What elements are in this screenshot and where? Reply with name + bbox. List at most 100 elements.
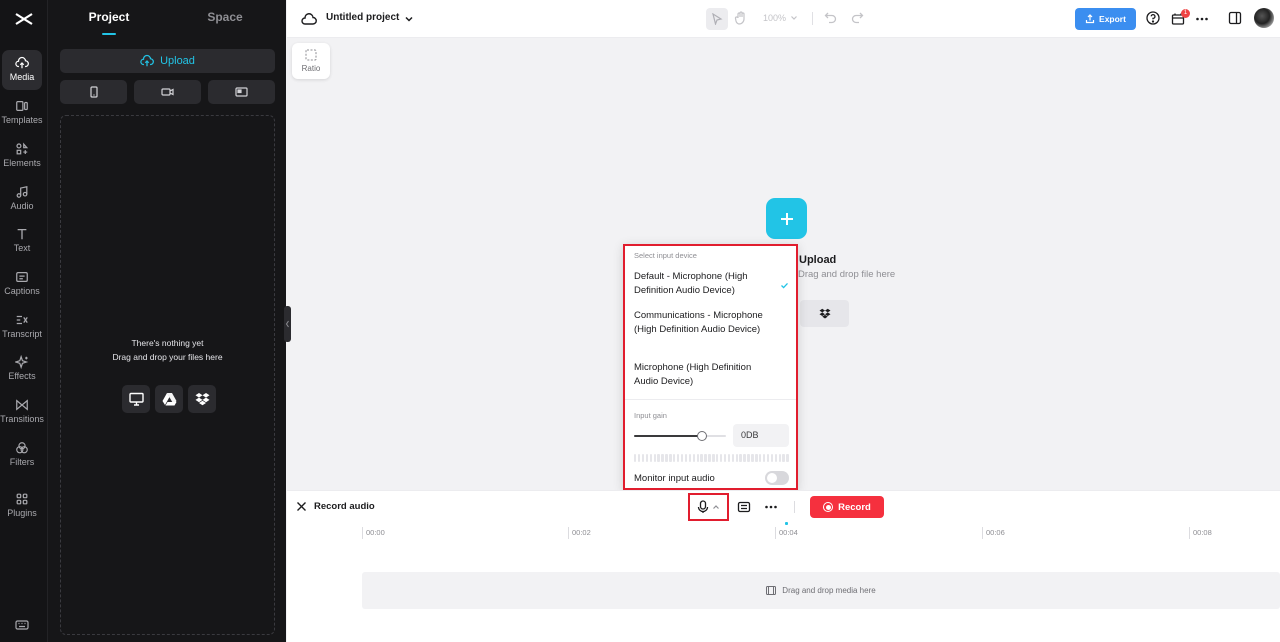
upload-button[interactable]: Upload — [60, 49, 275, 73]
help-icon[interactable] — [1146, 11, 1160, 25]
playhead[interactable] — [785, 522, 788, 525]
dropbox-icon — [195, 393, 209, 406]
rail-item-transitions[interactable]: Transitions — [0, 392, 44, 432]
meter-segment — [657, 454, 660, 462]
meter-segment — [727, 454, 731, 462]
monitor-input-toggle[interactable] — [765, 471, 789, 485]
elements-icon — [16, 142, 29, 155]
meter-segment — [669, 454, 672, 462]
layout-panel-icon[interactable] — [1228, 11, 1242, 25]
device-option-communications[interactable]: Communications - Microphone (High Defini… — [634, 309, 774, 336]
phone-upload-button[interactable] — [60, 80, 127, 104]
rail-item-transcript[interactable]: Transcript — [2, 307, 42, 347]
device-option-default[interactable]: Default - Microphone (High Definition Au… — [634, 270, 774, 297]
more-icon[interactable] — [1195, 12, 1209, 26]
meter-segment — [684, 454, 688, 462]
export-button-label: Export — [1099, 14, 1126, 24]
meter-segment — [712, 454, 715, 462]
timeline-tick: 00:08 — [1189, 527, 1212, 539]
screen-record-button[interactable] — [208, 80, 275, 104]
input-gain-value[interactable]: 0DB — [733, 424, 789, 447]
dropbox-button[interactable] — [188, 385, 216, 413]
tab-space[interactable]: Space — [175, 10, 275, 24]
meter-segment — [704, 454, 707, 462]
panel-collapse-handle[interactable] — [284, 306, 291, 342]
canvas-upload-title: Upload — [799, 254, 837, 266]
zoom-level[interactable]: 100% — [763, 13, 786, 23]
media-panel: Project Space Upload There's nothing yet… — [48, 0, 286, 642]
captions-toggle-icon[interactable] — [737, 500, 751, 514]
top-bar: Untitled project 100% Export 1 — [287, 0, 1280, 38]
meter-segment — [688, 454, 692, 462]
rail-item-text[interactable]: Text — [2, 221, 42, 261]
tab-project[interactable]: Project — [59, 10, 159, 24]
local-device-button[interactable] — [122, 385, 150, 413]
templates-icon — [16, 101, 28, 111]
record-icon — [823, 502, 834, 512]
rail-item-label: Transcript — [2, 329, 42, 339]
rail-item-media[interactable]: Media — [2, 50, 42, 90]
hand-icon[interactable] — [734, 11, 748, 25]
meter-segment — [731, 454, 735, 462]
device-option-microphone[interactable]: Microphone (High Definition Audio Device… — [634, 361, 774, 388]
input-gain-slider[interactable] — [634, 430, 726, 442]
slider-thumb[interactable] — [697, 431, 708, 441]
canvas-dropbox-button[interactable] — [800, 300, 849, 327]
meter-segment — [770, 454, 774, 462]
meter-segment — [786, 454, 789, 462]
meter-segment — [716, 454, 719, 462]
app-logo-icon — [15, 13, 33, 25]
rail-item-audio[interactable]: Audio — [2, 179, 42, 219]
keyboard-icon[interactable] — [15, 618, 29, 632]
project-title[interactable]: Untitled project — [326, 12, 399, 23]
avatar[interactable] — [1254, 8, 1274, 28]
text-icon — [17, 228, 27, 240]
rail-item-plugins[interactable]: Plugins — [2, 486, 42, 526]
google-drive-button[interactable] — [155, 385, 183, 413]
undo-icon[interactable] — [824, 11, 837, 24]
google-drive-icon — [162, 393, 176, 406]
upload-button-label: Upload — [160, 55, 195, 67]
meter-segment — [743, 454, 746, 462]
meter-segment — [676, 454, 680, 462]
meter-segment — [653, 454, 656, 462]
meter-segment — [692, 454, 695, 462]
rail-item-filters[interactable]: Filters — [2, 435, 42, 475]
music-note-icon — [16, 185, 28, 198]
record-button-label: Record — [838, 501, 871, 513]
ratio-button[interactable]: Ratio — [292, 43, 330, 79]
empty-subtitle: Drag and drop your files here — [112, 352, 223, 362]
camera-record-button[interactable] — [134, 80, 201, 104]
chevron-down-icon[interactable] — [790, 13, 798, 23]
chevron-down-icon[interactable] — [404, 12, 414, 26]
microphone-select-button[interactable] — [688, 493, 729, 521]
rail-item-effects[interactable]: Effects — [2, 349, 42, 389]
add-media-button[interactable] — [766, 198, 807, 239]
left-rail: Media Templates Elements Audio Text Capt… — [0, 0, 48, 642]
redo-icon[interactable] — [851, 11, 864, 24]
close-icon[interactable] — [296, 501, 307, 512]
more-icon[interactable] — [764, 500, 778, 514]
rail-item-label: Media — [9, 72, 35, 82]
media-drop-area[interactable]: There's nothing yet Drag and drop your f… — [60, 115, 275, 635]
transcript-icon — [16, 315, 28, 325]
rail-item-elements[interactable]: Elements — [2, 136, 42, 176]
rail-item-label: Transitions — [0, 414, 44, 424]
meter-segment — [774, 454, 778, 462]
rail-item-templates[interactable]: Templates — [1, 93, 43, 133]
select-tool-button[interactable] — [706, 8, 728, 30]
timeline-drop-label: Drag and drop media here — [782, 586, 876, 595]
meter-segment — [766, 454, 770, 462]
rail-item-captions[interactable]: Captions — [2, 264, 42, 304]
meter-segment — [634, 454, 637, 462]
film-icon — [766, 586, 777, 595]
export-button[interactable]: Export — [1075, 8, 1136, 30]
record-button[interactable]: Record — [810, 496, 884, 518]
timeline[interactable]: 00:00 00:02 00:04 00:06 00:08 Drag and d… — [287, 522, 1280, 642]
meter-segment — [637, 454, 641, 462]
timeline-drop-zone[interactable]: Drag and drop media here — [362, 572, 1280, 609]
meter-segment — [739, 454, 742, 462]
meter-segment — [782, 454, 785, 462]
rail-item-label: Effects — [8, 371, 36, 381]
captions-icon — [16, 272, 28, 282]
